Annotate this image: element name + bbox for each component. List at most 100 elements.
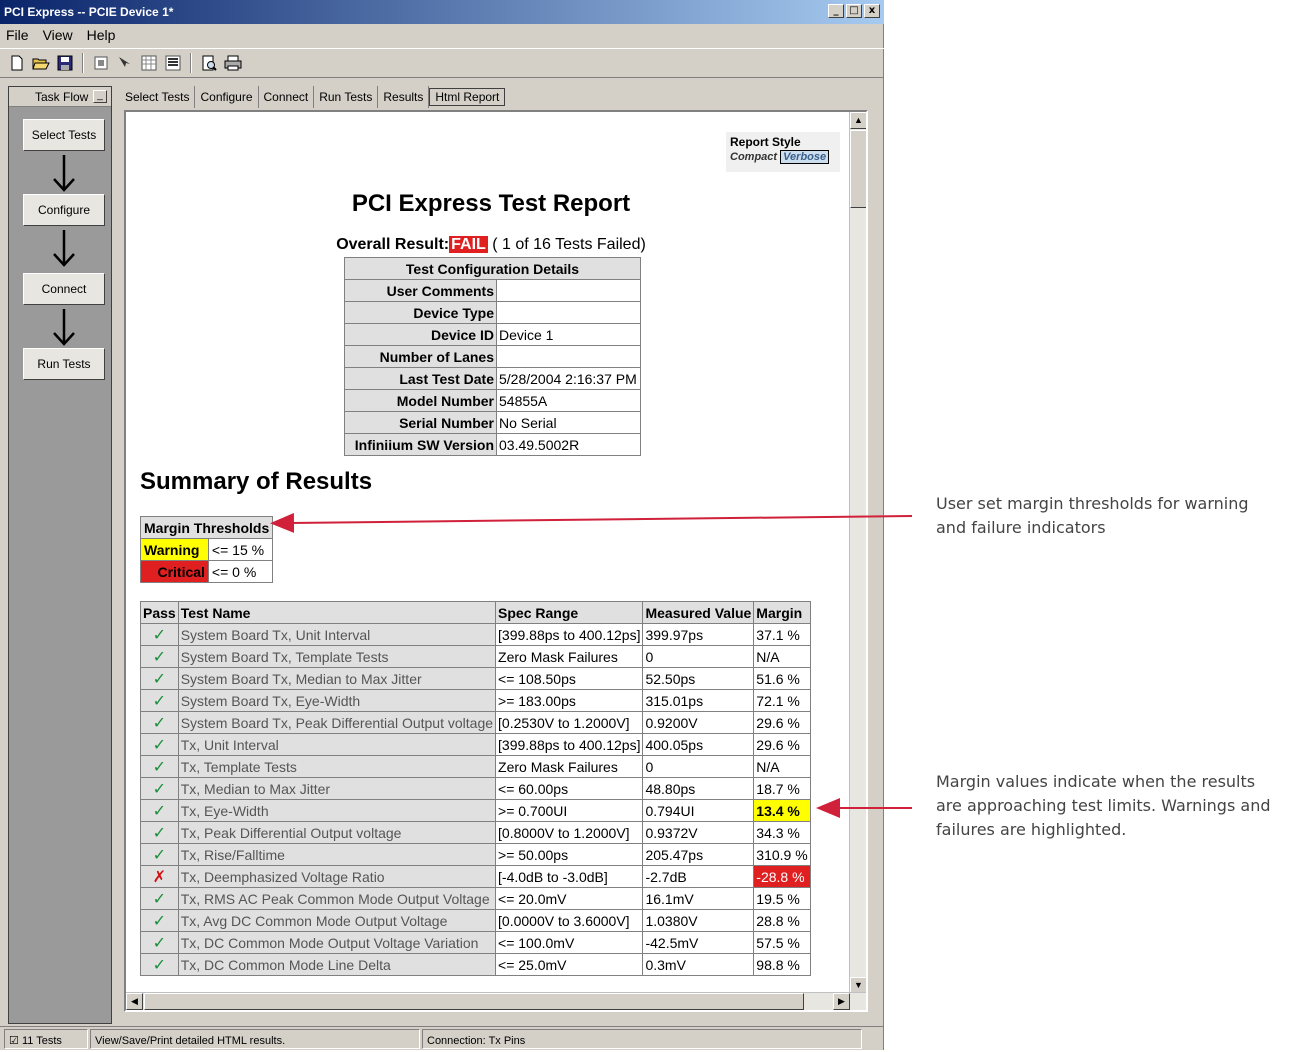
tab-run-tests[interactable]: Run Tests: [314, 86, 379, 108]
spec-range: >= 0.700UI: [495, 799, 644, 822]
config-key: Last Test Date: [344, 367, 497, 390]
spec-range: >= 50.00ps: [495, 843, 644, 866]
task-flow-title: Task Flow: [35, 90, 89, 104]
scroll-left-icon[interactable]: ◀: [126, 993, 143, 1010]
margin-value: -28.8 %: [753, 865, 811, 888]
pass-check-icon: ✓: [140, 733, 179, 756]
config-key: Device Type: [344, 301, 497, 324]
print-icon[interactable]: [222, 52, 244, 74]
measured-value: 0: [642, 645, 755, 668]
warning-label: Warning: [140, 538, 209, 561]
pass-check-icon: ✓: [140, 667, 179, 690]
report-style-verbose-link[interactable]: Verbose: [780, 150, 830, 164]
table-row: ✗ Tx, Deemphasized Voltage Ratio [-4.0dB t…: [140, 865, 811, 888]
config-value: 5/28/2004 2:16:37 PM: [496, 367, 641, 390]
test-name: System Board Tx, Eye-Width: [177, 689, 497, 712]
margin-value: 18.7 %: [753, 777, 811, 800]
grid-icon[interactable]: [138, 52, 160, 74]
margin-value: 72.1 %: [753, 689, 811, 712]
pass-check-icon: ✓: [140, 887, 179, 910]
tab-select-tests[interactable]: Select Tests: [120, 86, 196, 108]
maximize-button[interactable]: □: [846, 4, 862, 18]
measured-value: 52.50ps: [642, 667, 755, 690]
save-icon[interactable]: [54, 52, 76, 74]
table-row: User Comments: [344, 279, 641, 302]
pass-check-icon: ✓: [140, 689, 179, 712]
spec-range: [0.2530V to 1.2000V]: [495, 711, 644, 734]
tab-connect[interactable]: Connect: [259, 86, 315, 108]
flow-step-configure[interactable]: Configure: [23, 194, 105, 226]
margin-thresholds-table: Margin Thresholds Warning <= 15 % Critica…: [139, 516, 274, 583]
margin-value: 29.6 %: [753, 733, 811, 756]
flow-step-run-tests[interactable]: Run Tests: [23, 348, 105, 380]
flow-step-select-tests[interactable]: Select Tests: [23, 119, 105, 151]
scroll-right-icon[interactable]: ▶: [833, 993, 850, 1010]
application-window: PCI Express -- PCIE Device 1* _ □ x File…: [0, 0, 884, 1050]
status-message: View/Save/Print detailed HTML results.: [90, 1029, 420, 1049]
tab-html-report[interactable]: Html Report: [429, 88, 506, 106]
flow-step-connect[interactable]: Connect: [23, 273, 105, 305]
results-header-row: Pass Test Name Spec Range Measured Value…: [140, 601, 811, 624]
critical-label: Critical: [140, 560, 209, 583]
title-bar: PCI Express -- PCIE Device 1* _ □ x: [0, 0, 884, 24]
measured-value: 0.9372V: [642, 821, 755, 844]
new-icon[interactable]: [6, 52, 28, 74]
margin-value: 13.4 %: [753, 799, 811, 822]
pass-check-icon: ✓: [140, 953, 179, 976]
overall-result-label: Overall Result:: [336, 236, 450, 253]
html-report-pane: Report Style Compact Verbose PCI Express…: [124, 110, 868, 1012]
report-style-compact-link[interactable]: Compact: [730, 151, 777, 163]
tab-bar: Select Tests Configure Connect Run Tests…: [120, 86, 506, 108]
config-value: Device 1: [496, 323, 641, 346]
table-row: ✓ Tx, DC Common Mode Output Voltage Varia…: [140, 931, 811, 954]
spec-range: [399.88ps to 400.12ps]: [495, 623, 644, 646]
test-name: System Board Tx, Unit Interval: [177, 623, 497, 646]
flow-arrow-icon: [53, 309, 75, 346]
pointer-icon[interactable]: [114, 52, 136, 74]
properties-icon[interactable]: [90, 52, 112, 74]
table-row: Model Number 54855A: [344, 389, 641, 412]
test-configuration-table: Test Configuration Details User Comments…: [344, 257, 641, 456]
tab-results[interactable]: Results: [378, 86, 430, 108]
summary-title: Summary of Results: [140, 468, 373, 495]
status-tests: ☑ 11 Tests: [4, 1029, 88, 1049]
measured-value: -42.5mV: [642, 931, 755, 954]
column-header: Measured Value: [642, 601, 755, 624]
overall-status-badge: FAIL: [449, 236, 488, 253]
spec-range: Zero Mask Failures: [495, 645, 644, 668]
close-button[interactable]: x: [864, 4, 880, 18]
menu-file[interactable]: File: [6, 24, 29, 46]
test-name: Tx, Median to Max Jitter: [177, 777, 497, 800]
table-row: ✓ Tx, RMS AC Peak Common Mode Output Volt…: [140, 887, 811, 910]
table-row: Device ID Device 1: [344, 323, 641, 346]
table-row: Infiniium SW Version 03.49.5002R: [344, 433, 641, 456]
test-name: Tx, Unit Interval: [177, 733, 497, 756]
scroll-up-icon[interactable]: ▲: [850, 112, 866, 129]
measured-value: 205.47ps: [642, 843, 755, 866]
measured-value: 0: [642, 755, 755, 778]
minimize-button[interactable]: _: [828, 4, 844, 18]
menu-help[interactable]: Help: [87, 24, 116, 46]
horizontal-scrollbar[interactable]: ◀ ▶: [126, 992, 866, 1010]
print-preview-icon[interactable]: [198, 52, 220, 74]
horizontal-scroll-thumb[interactable]: [144, 993, 804, 1010]
task-flow-collapse-button[interactable]: _: [93, 90, 107, 103]
margin-value: 19.5 %: [753, 887, 811, 910]
vertical-scroll-thumb[interactable]: [850, 130, 866, 208]
measured-value: 0.9200V: [642, 711, 755, 734]
measured-value: -2.7dB: [642, 865, 755, 888]
spec-range: Zero Mask Failures: [495, 755, 644, 778]
menu-view[interactable]: View: [43, 24, 73, 46]
tab-configure[interactable]: Configure: [195, 86, 259, 108]
list-icon[interactable]: [162, 52, 184, 74]
config-value: [496, 345, 641, 368]
toolbar-separator: [82, 53, 84, 73]
vertical-scrollbar[interactable]: ▲ ▼: [849, 112, 866, 994]
test-name: System Board Tx, Peak Differential Outpu…: [177, 711, 497, 734]
open-icon[interactable]: [30, 52, 52, 74]
pass-check-icon: ✓: [140, 711, 179, 734]
config-key: Model Number: [344, 389, 497, 412]
test-name: Tx, DC Common Mode Line Delta: [177, 953, 497, 976]
overall-result-detail: ( 1 of 16 Tests Failed): [492, 236, 646, 253]
table-row: Number of Lanes: [344, 345, 641, 368]
